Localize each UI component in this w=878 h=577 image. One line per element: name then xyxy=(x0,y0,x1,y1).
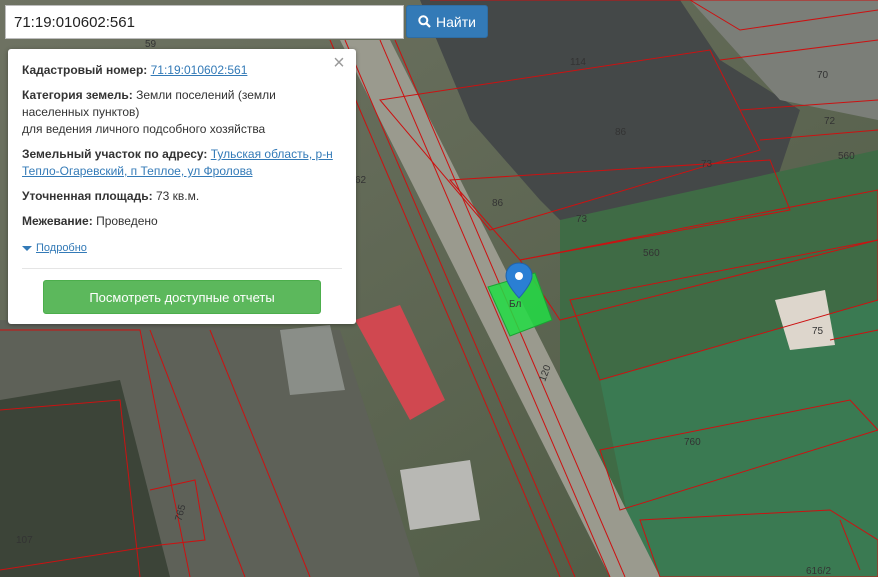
address-label: Земельный участок по адресу: xyxy=(22,147,208,161)
details-toggle[interactable]: Подробно xyxy=(22,240,87,257)
category-value-line1: Земли поселений (земли xyxy=(136,88,276,102)
cadastral-number-link[interactable]: 71:19:010602:561 xyxy=(151,63,248,77)
details-link[interactable]: Подробно xyxy=(36,240,87,257)
parcel-label: 73 xyxy=(576,214,588,225)
search-button-label: Найти xyxy=(436,13,476,30)
parcel-label: 73 xyxy=(701,159,713,170)
survey-label: Межевание: xyxy=(22,214,93,228)
search-icon xyxy=(418,15,431,28)
parcel-label: 86 xyxy=(492,198,504,209)
parcel-label: 75 xyxy=(812,326,824,337)
address-link-line1[interactable]: Тульская область, р-н xyxy=(211,147,333,161)
cadastral-row: Кадастровый номер: 71:19:010602:561 xyxy=(22,62,342,79)
parcel-info-popup: × Кадастровый номер: 71:19:010602:561 Ка… xyxy=(8,49,356,324)
category-value-line3: для ведения личного подсобного хозяйства xyxy=(22,122,266,136)
caret-down-icon xyxy=(22,246,32,251)
parcel-label: 616/2 xyxy=(806,566,831,577)
area-value: 73 кв.м. xyxy=(155,189,200,203)
area-label: Уточненная площадь: xyxy=(22,189,153,203)
search-input[interactable] xyxy=(5,5,404,39)
survey-row: Межевание: Проведено xyxy=(22,213,342,230)
parcel-label: 114 xyxy=(570,57,586,68)
search-button[interactable]: Найти xyxy=(406,5,488,38)
category-label: Категория земель: xyxy=(22,88,133,102)
survey-value: Проведено xyxy=(96,214,158,228)
address-row: Земельный участок по адресу: Тульская об… xyxy=(22,146,342,180)
close-icon[interactable]: × xyxy=(331,53,347,73)
category-value-line2: населенных пунктов) xyxy=(22,105,140,119)
view-reports-button[interactable]: Посмотреть доступные отчеты xyxy=(43,280,321,314)
parcel-label: 62 xyxy=(355,175,367,186)
area-row: Уточненная площадь: 73 кв.м. xyxy=(22,188,342,205)
highlighted-parcel-label: Бл xyxy=(509,299,521,310)
parcel-label: 72 xyxy=(824,116,836,127)
map-grey-roof xyxy=(400,460,480,530)
category-row: Категория земель: Земли поселений (земли… xyxy=(22,87,342,138)
parcel-label: 760 xyxy=(684,437,701,448)
cadastral-label: Кадастровый номер: xyxy=(22,63,148,77)
parcel-label: 86 xyxy=(615,127,627,138)
search-bar: Найти xyxy=(5,5,488,39)
divider xyxy=(22,268,342,269)
parcel-label: 560 xyxy=(643,248,660,259)
parcel-label: 70 xyxy=(817,70,829,81)
parcel-label: 107 xyxy=(16,535,33,546)
parcel-label: 560 xyxy=(838,151,855,162)
address-link-line2[interactable]: Тепло-Огаревский, п Теплое, ул Фролова xyxy=(22,164,252,178)
